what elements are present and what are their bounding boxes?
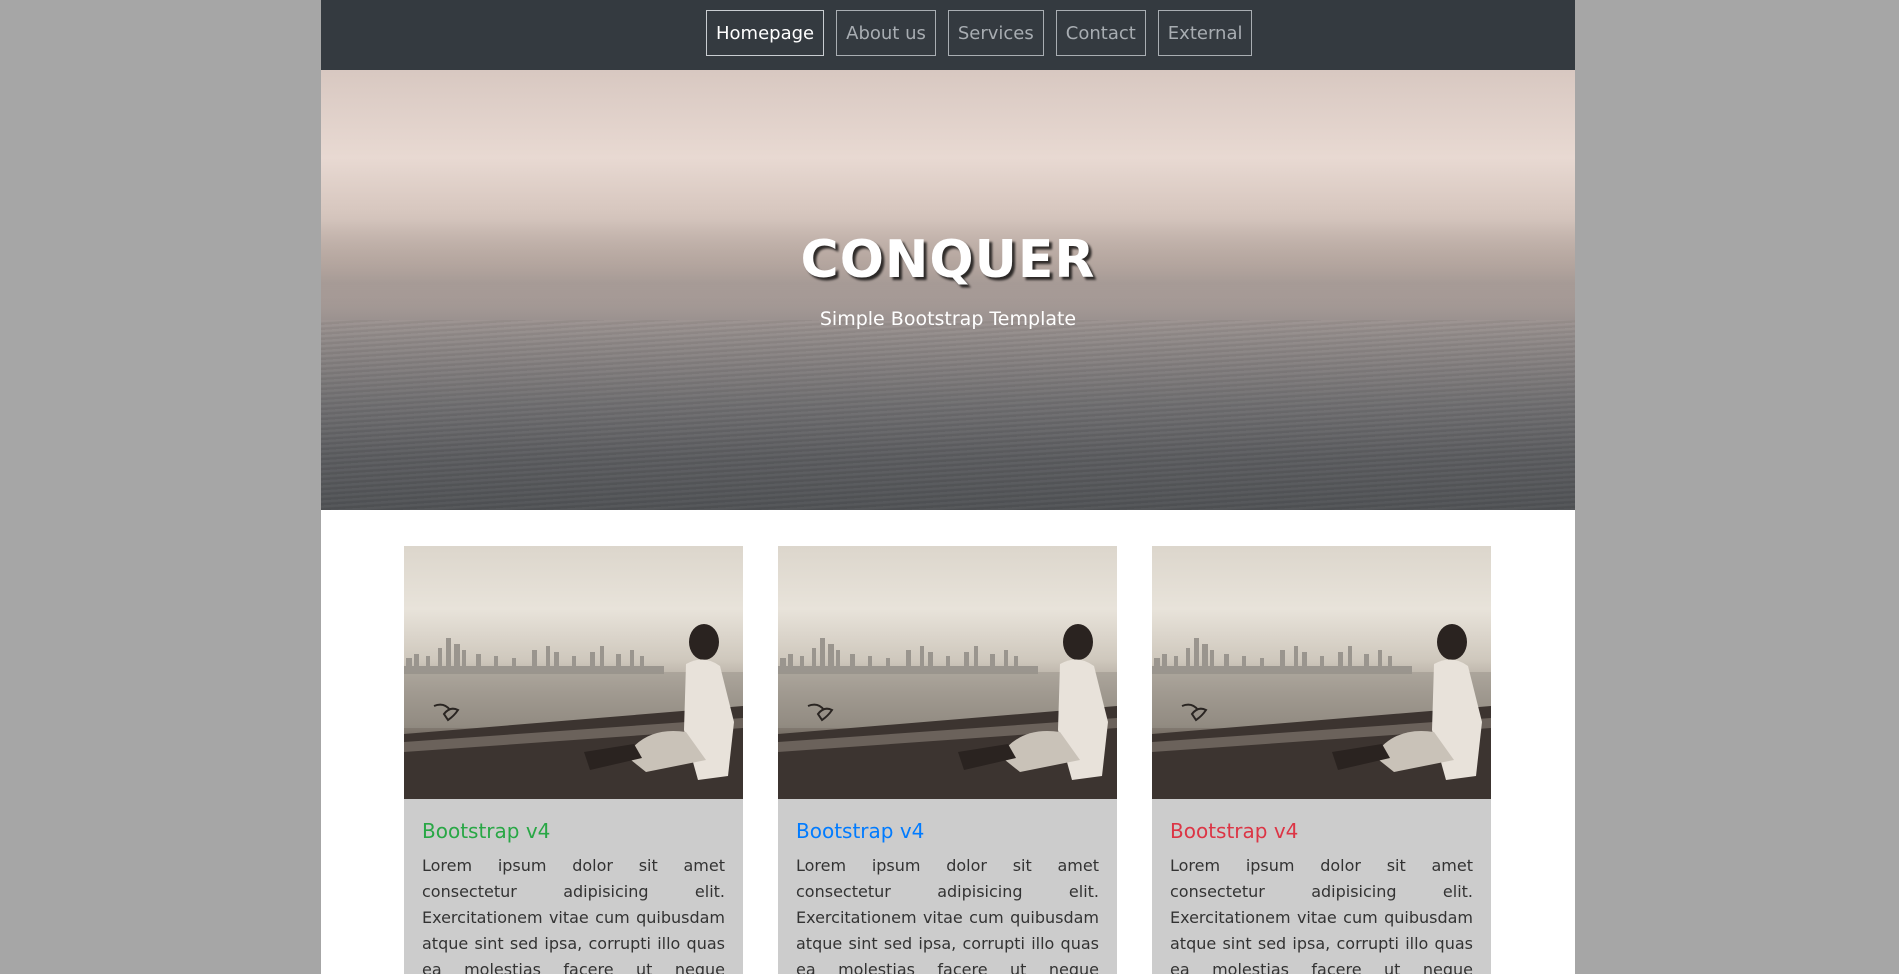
card-text: Lorem ipsum dolor sit amet consectetur a… [422, 856, 725, 974]
card-title: Bootstrap v4 [796, 819, 925, 843]
card: Bootstrap v4 Lorem ipsum dolor sit amet … [404, 546, 743, 974]
card-title: Bootstrap v4 [1170, 819, 1299, 843]
nav-item-contact[interactable]: Contact [1055, 10, 1146, 56]
nav-item-services[interactable]: Services [947, 10, 1044, 56]
hero-banner: CONQUER Simple Bootstrap Template [321, 70, 1575, 510]
navbar: Homepage About us Services Contact Exter… [321, 0, 1575, 70]
card-text: Lorem ipsum dolor sit amet consectetur a… [796, 856, 1099, 974]
card-grid: Bootstrap v4 Lorem ipsum dolor sit amet … [404, 546, 1491, 974]
nav-item-external[interactable]: External [1157, 10, 1253, 56]
card-title: Bootstrap v4 [422, 819, 551, 843]
card-body: Bootstrap v4 Lorem ipsum dolor sit amet … [404, 799, 743, 974]
hero-sea-texture [321, 320, 1575, 510]
city-skyline-photo-icon [404, 624, 743, 799]
nav-item-homepage[interactable]: Homepage [706, 10, 825, 56]
card: Bootstrap v4 Lorem ipsum dolor sit amet … [1152, 546, 1491, 974]
city-skyline-photo-icon [778, 624, 1117, 799]
hero-subtitle: Simple Bootstrap Template [819, 308, 1077, 330]
city-skyline-photo-icon [1152, 624, 1491, 799]
card-image [778, 546, 1117, 799]
card-body: Bootstrap v4 Lorem ipsum dolor sit amet … [778, 799, 1117, 974]
nav-item-about-us[interactable]: About us [836, 10, 936, 56]
card-text: Lorem ipsum dolor sit amet consectetur a… [1170, 856, 1473, 974]
page-container: Homepage About us Services Contact Exter… [321, 0, 1575, 974]
hero-title: CONQUER [800, 230, 1096, 290]
card-image [1152, 546, 1491, 799]
card-image [404, 546, 743, 799]
card: Bootstrap v4 Lorem ipsum dolor sit amet … [778, 546, 1117, 974]
card-body: Bootstrap v4 Lorem ipsum dolor sit amet … [1152, 799, 1491, 974]
nav-list: Homepage About us Services Contact Exter… [706, 10, 1253, 56]
